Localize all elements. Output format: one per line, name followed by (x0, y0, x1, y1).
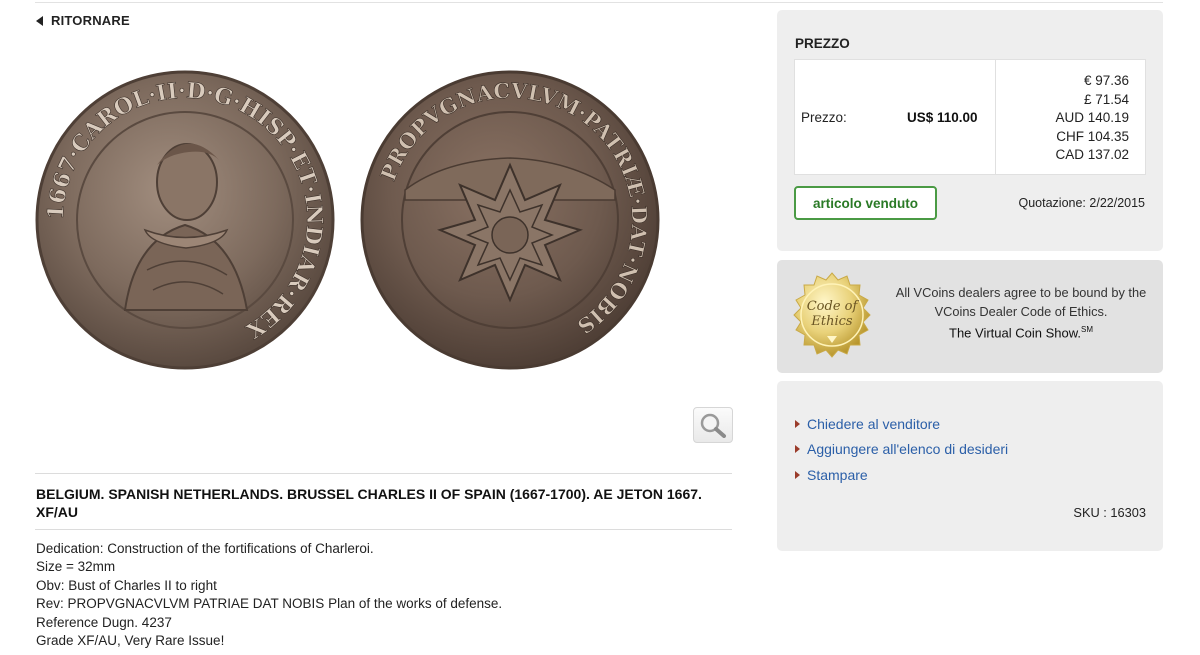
product-title: BELGIUM. SPANISH NETHERLANDS. BRUSSEL CH… (36, 486, 702, 520)
title-divider-bottom (35, 529, 732, 530)
actions-panel: Chiedere al venditore Aggiungere all'ele… (777, 381, 1163, 551)
ethics-line: All VCoins dealers agree to be bound by … (895, 285, 1147, 319)
link-label: Chiedere al venditore (807, 415, 941, 432)
description-line: Reference Dugn. 4237 (36, 614, 172, 630)
virtual-coin-show: The Virtual Coin Show.SM (890, 321, 1152, 343)
code-of-ethics-seal-icon[interactable]: Code of Ethics (789, 272, 875, 358)
seal-text-code: Code of (807, 299, 860, 314)
price-box: Prezzo: US$ 110.00 € 97.36 £ 71.54 AUD 1… (794, 59, 1146, 175)
back-link[interactable]: RITORNARE (36, 13, 130, 28)
conversion-chf: CHF 104.35 (1056, 128, 1129, 144)
coin-images: 1667·CAROL·II·D·G·HISP·ET·INDIAR·REX PRO… (35, 70, 735, 380)
conversion-eur: € 97.36 (1083, 73, 1129, 88)
ethics-panel: Code of Ethics All VCoins dealers agree … (777, 260, 1163, 373)
link-label: Stampare (807, 466, 868, 483)
description-line: Obv: Bust of Charles II to right (36, 577, 217, 593)
ask-seller-link[interactable]: Chiedere al venditore (795, 411, 1008, 437)
price-separator (995, 60, 996, 174)
sku: SKU : 16303 (1073, 505, 1146, 520)
bullet-arrow-icon (795, 445, 800, 454)
description-line: Rev: PROPVGNACVLVM PATRIAE DAT NOBIS Pla… (36, 596, 503, 612)
top-divider (35, 2, 1163, 3)
magnifier-icon (700, 413, 726, 438)
show-name: The Virtual Coin Show. (949, 325, 1081, 341)
bullet-arrow-icon (795, 470, 800, 479)
quote-label: Quotazione: (1018, 196, 1086, 210)
price-usd: US$ 110.00 (907, 110, 978, 125)
conversion-gbp: £ 71.54 (1083, 91, 1129, 107)
price-panel: PREZZO Prezzo: US$ 110.00 € 97.36 £ 71.5… (777, 10, 1163, 251)
zoom-button[interactable] (693, 407, 733, 443)
coin-obverse-image: 1667·CAROL·II·D·G·HISP·ET·INDIAR·REX (35, 70, 335, 370)
back-label: RITORNARE (51, 13, 130, 28)
bullet-arrow-icon (795, 419, 800, 428)
sold-status-button[interactable]: articolo venduto (794, 186, 937, 220)
description-line: Dedication: Construction of the fortific… (36, 541, 374, 556)
add-to-wishlist-link[interactable]: Aggiungere all'elenco di desideri (795, 437, 1008, 463)
coin-reverse-image: PROPVGNACVLVM·PATRIÆ·DAT·NOBIS (360, 70, 660, 370)
title-divider-top (35, 473, 732, 474)
conversion-aud: AUD 140.19 (1055, 110, 1129, 126)
link-label: Aggiungere all'elenco di desideri (807, 441, 1009, 458)
action-links: Chiedere al venditore Aggiungere all'ele… (795, 411, 1008, 488)
quote-value: 2/22/2015 (1089, 196, 1145, 210)
product-description: Dedication: Construction of the fortific… (36, 540, 502, 650)
conversion-cad: CAD 137.02 (1055, 147, 1129, 163)
back-arrow-icon (36, 15, 43, 26)
description-line: Size = 32mm (36, 559, 116, 575)
sku-value: 16303 (1110, 505, 1146, 520)
ethics-statement: All VCoins dealers agree to be bound by … (890, 284, 1152, 343)
price-heading: PREZZO (795, 36, 850, 51)
service-mark: SM (1081, 325, 1093, 335)
description-line: Grade XF/AU, Very Rare Issue! (36, 633, 225, 649)
currency-conversions: € 97.36 £ 71.54 AUD 140.19 CHF 104.35 CA… (1055, 72, 1129, 165)
price-label: Prezzo: (801, 110, 847, 125)
seal-text-ethics: Ethics (810, 314, 853, 329)
print-link[interactable]: Stampare (795, 462, 1008, 488)
quote-date: Quotazione: 2/22/2015 (1018, 196, 1145, 210)
sku-label: SKU : (1073, 505, 1107, 520)
